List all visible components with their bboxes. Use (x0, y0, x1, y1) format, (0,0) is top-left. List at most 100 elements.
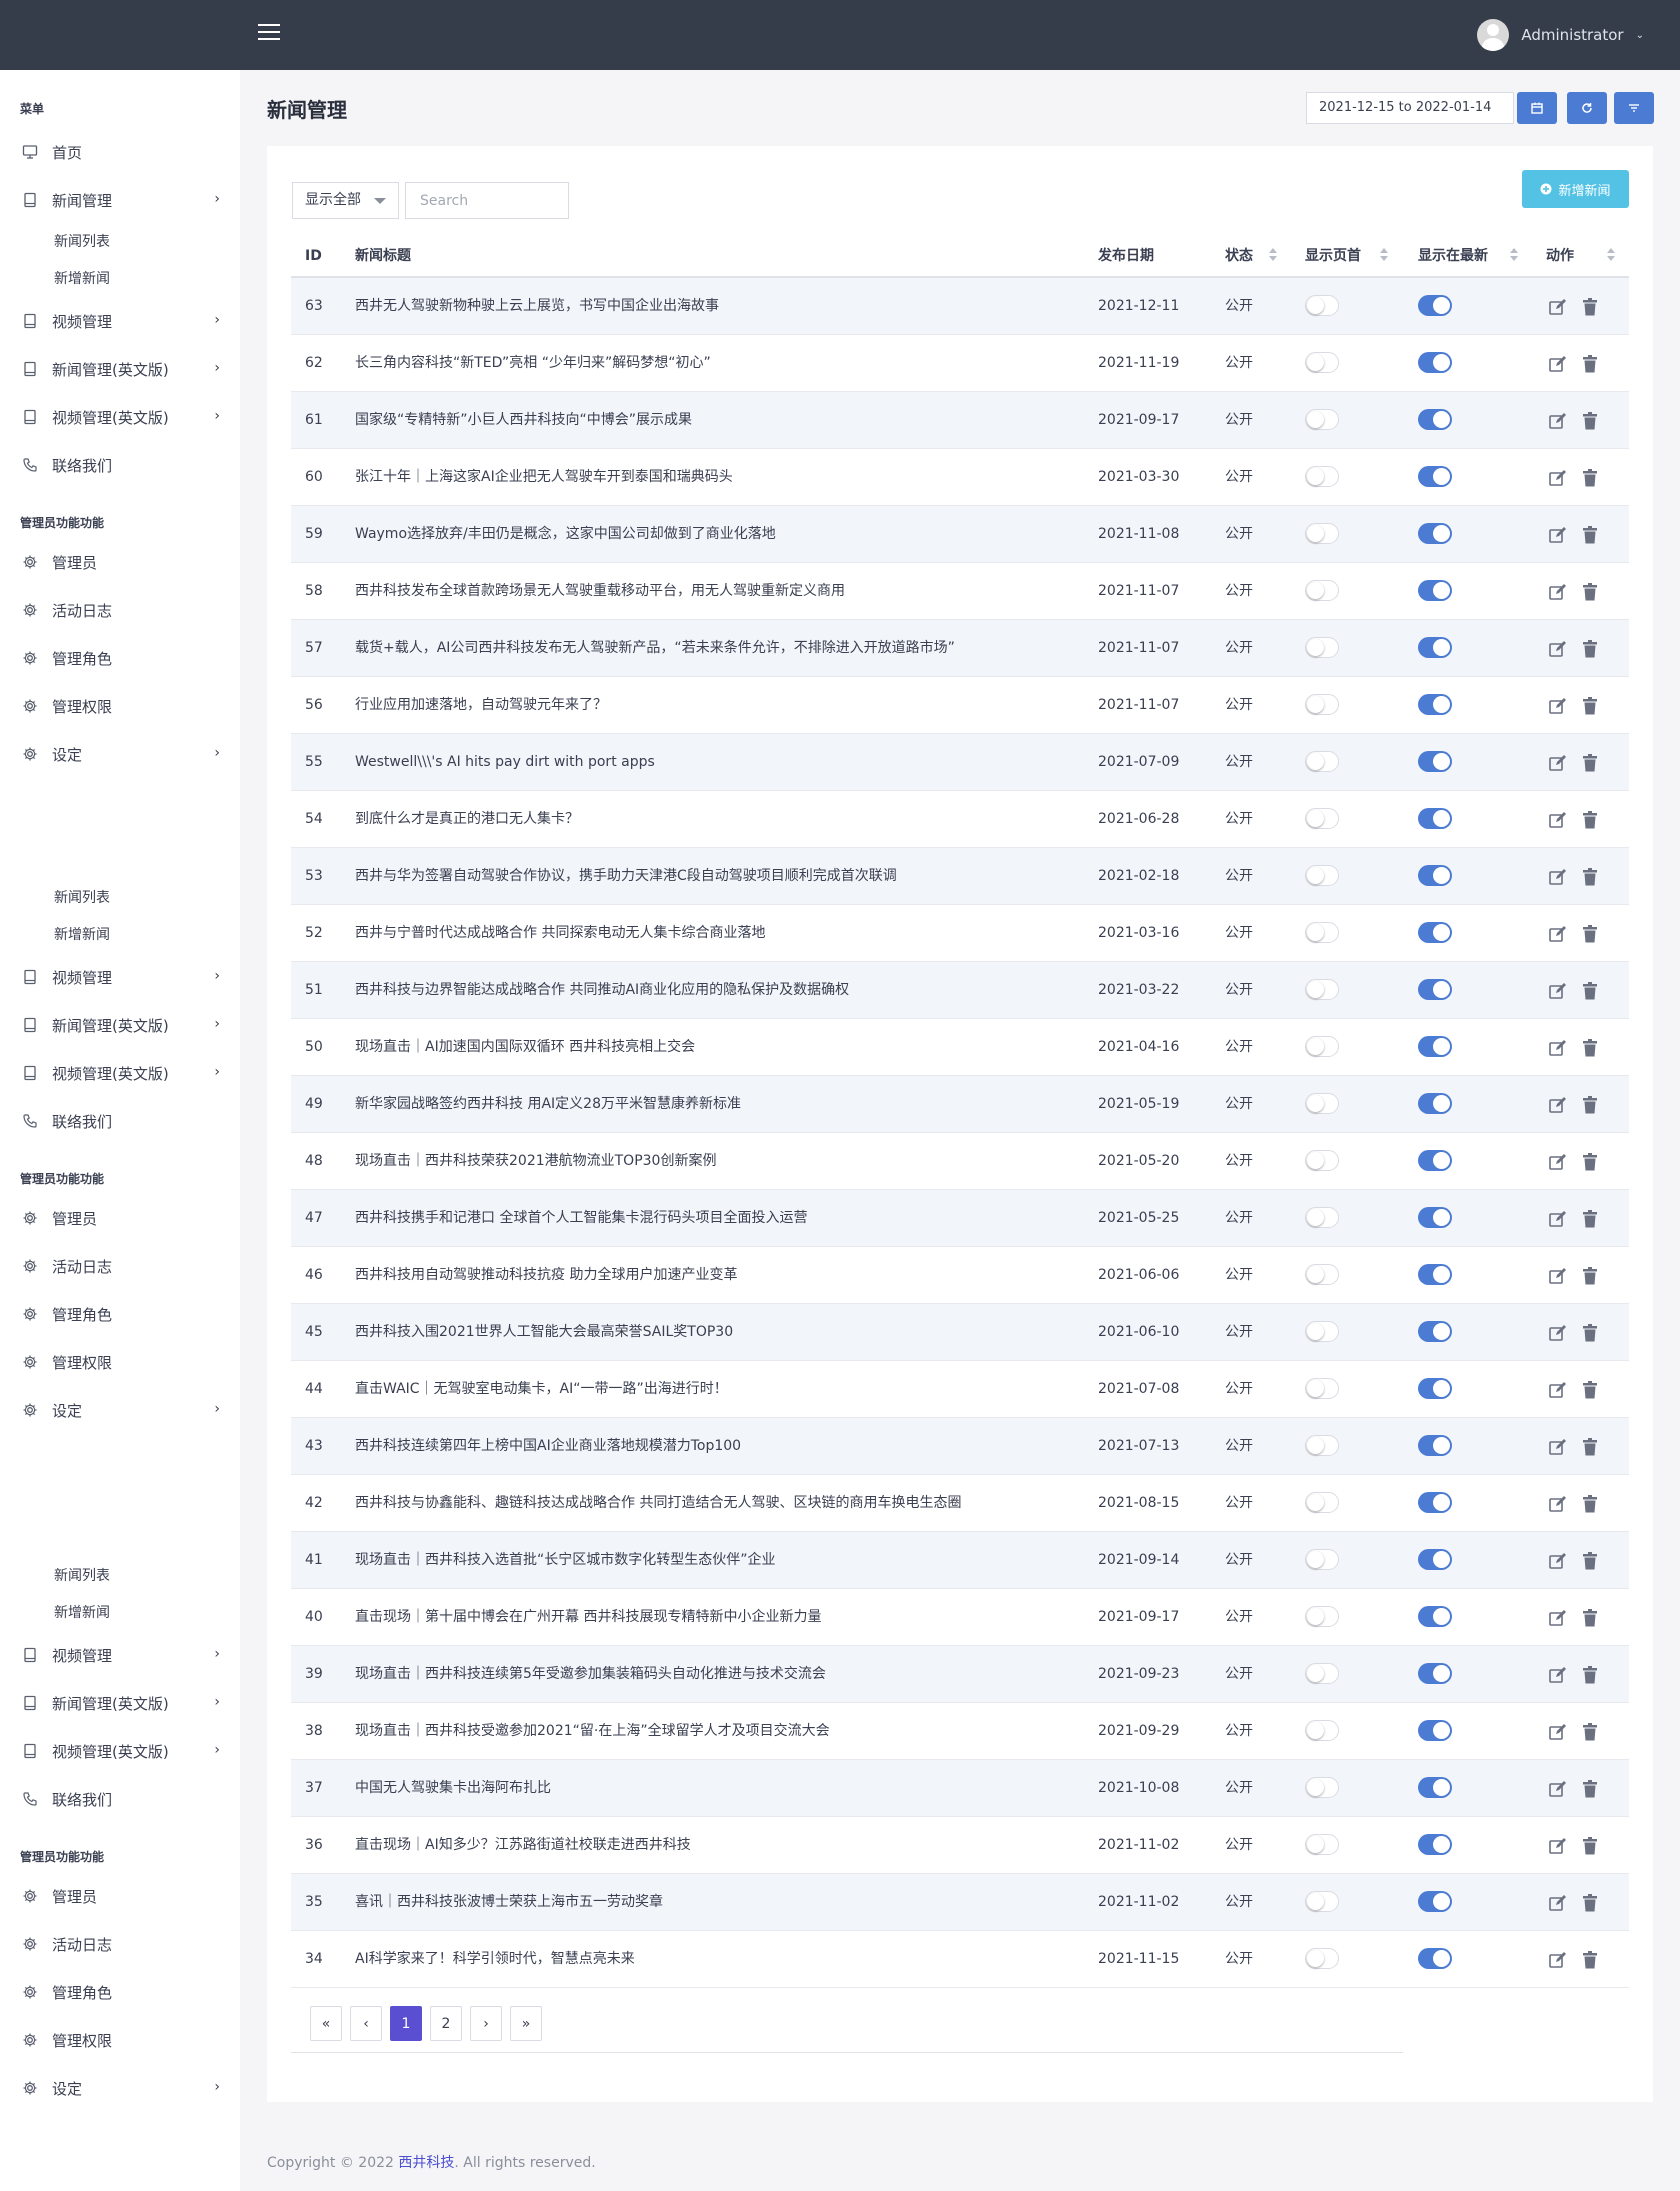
sort-icon[interactable] (1380, 248, 1388, 262)
edit-icon[interactable] (1548, 753, 1568, 773)
trash-icon[interactable] (1580, 1722, 1600, 1742)
trash-icon[interactable] (1580, 1323, 1600, 1343)
footer-brand-link[interactable]: 西井科技 (398, 2155, 454, 2171)
edit-icon[interactable] (1548, 411, 1568, 431)
trash-icon[interactable] (1580, 354, 1600, 374)
show-home-toggle[interactable] (1305, 979, 1339, 1000)
first-page-button[interactable]: « (310, 2006, 342, 2041)
show-latest-toggle[interactable] (1418, 637, 1452, 658)
show-home-toggle[interactable] (1305, 1207, 1339, 1228)
show-latest-toggle[interactable] (1418, 1891, 1452, 1912)
edit-icon[interactable] (1548, 1095, 1568, 1115)
show-home-toggle[interactable] (1305, 922, 1339, 943)
sort-icon[interactable] (1607, 248, 1615, 262)
sidebar-subitem-add-news[interactable]: 新增新闻 (54, 267, 110, 291)
show-latest-toggle[interactable] (1418, 1606, 1452, 1627)
trash-icon[interactable] (1580, 297, 1600, 317)
show-home-toggle[interactable] (1305, 295, 1339, 316)
trash-icon[interactable] (1580, 1950, 1600, 1970)
trash-icon[interactable] (1580, 696, 1600, 716)
trash-icon[interactable] (1580, 1380, 1600, 1400)
sidebar-item-admin-1[interactable]: 活动日志 (20, 1248, 220, 1284)
sort-icon[interactable] (1269, 248, 1277, 262)
show-latest-toggle[interactable] (1418, 580, 1452, 601)
trash-icon[interactable] (1580, 1608, 1600, 1628)
show-home-toggle[interactable] (1305, 694, 1339, 715)
show-latest-toggle[interactable] (1418, 1264, 1452, 1285)
show-home-toggle[interactable] (1305, 1378, 1339, 1399)
sidebar-item-admin-0[interactable]: 管理员 (20, 1878, 220, 1914)
sidebar-item-permissions[interactable]: 管理权限 (20, 688, 220, 724)
sidebar-subitem-add-news[interactable]: 新增新闻 (54, 923, 110, 947)
sidebar-item-admin-2[interactable]: 管理角色 (20, 1296, 220, 1332)
sidebar-item-admin-4[interactable]: 设定 › (20, 2070, 220, 2106)
sidebar-subitem-news-list[interactable]: 新闻列表 (54, 230, 110, 254)
trash-icon[interactable] (1580, 1893, 1600, 1913)
show-latest-toggle[interactable] (1418, 295, 1452, 316)
show-home-toggle[interactable] (1305, 1834, 1339, 1855)
edit-icon[interactable] (1548, 1494, 1568, 1514)
show-home-toggle[interactable] (1305, 865, 1339, 886)
page-1-button[interactable]: 1 (390, 2006, 422, 2041)
filter-button[interactable] (1614, 92, 1654, 124)
trash-icon[interactable] (1580, 1266, 1600, 1286)
show-home-toggle[interactable] (1305, 1321, 1339, 1342)
show-latest-toggle[interactable] (1418, 1093, 1452, 1114)
column-header-status[interactable]: 状态 (1225, 246, 1253, 266)
sidebar-item-contact[interactable]: 联络我们 (20, 447, 220, 483)
sidebar-subitem-add-news[interactable]: 新增新闻 (54, 1601, 110, 1625)
sidebar-item-3[interactable]: 联络我们 (20, 1103, 220, 1139)
column-header-id[interactable]: ID (305, 246, 322, 266)
show-latest-toggle[interactable] (1418, 523, 1452, 544)
trash-icon[interactable] (1580, 525, 1600, 545)
show-home-toggle[interactable] (1305, 1891, 1339, 1912)
edit-icon[interactable] (1548, 639, 1568, 659)
show-home-toggle[interactable] (1305, 1036, 1339, 1057)
hamburger-menu-icon[interactable] (258, 24, 280, 42)
edit-icon[interactable] (1548, 1722, 1568, 1742)
trash-icon[interactable] (1580, 1494, 1600, 1514)
trash-icon[interactable] (1580, 1038, 1600, 1058)
edit-icon[interactable] (1548, 1665, 1568, 1685)
trash-icon[interactable] (1580, 639, 1600, 659)
show-home-toggle[interactable] (1305, 1720, 1339, 1741)
sidebar-item-news-management-en[interactable]: 新闻管理(英文版) › (20, 351, 220, 387)
trash-icon[interactable] (1580, 924, 1600, 944)
edit-icon[interactable] (1548, 1152, 1568, 1172)
add-news-button[interactable]: 新增新闻 (1522, 170, 1629, 208)
show-latest-toggle[interactable] (1418, 1435, 1452, 1456)
show-latest-toggle[interactable] (1418, 808, 1452, 829)
show-home-toggle[interactable] (1305, 466, 1339, 487)
edit-icon[interactable] (1548, 1608, 1568, 1628)
refresh-button[interactable] (1567, 92, 1607, 124)
sidebar-item-admin-0[interactable]: 管理员 (20, 1200, 220, 1236)
edit-icon[interactable] (1548, 1836, 1568, 1856)
sidebar-item-admin[interactable]: 管理员 (20, 544, 220, 580)
show-latest-toggle[interactable] (1418, 1549, 1452, 1570)
trash-icon[interactable] (1580, 1551, 1600, 1571)
next-page-button[interactable]: › (470, 2006, 502, 2041)
column-header-date[interactable]: 发布日期 (1098, 246, 1154, 266)
trash-icon[interactable] (1580, 582, 1600, 602)
show-home-toggle[interactable] (1305, 1435, 1339, 1456)
sidebar-item-video-management-en[interactable]: 视频管理(英文版) › (20, 399, 220, 435)
sidebar-item-1[interactable]: 新闻管理(英文版) › (20, 1685, 220, 1721)
show-latest-toggle[interactable] (1418, 922, 1452, 943)
sidebar-item-admin-4[interactable]: 设定 › (20, 1392, 220, 1428)
column-header-actions[interactable]: 动作 (1546, 246, 1574, 266)
calendar-button[interactable] (1517, 92, 1557, 124)
edit-icon[interactable] (1548, 354, 1568, 374)
show-latest-toggle[interactable] (1418, 1948, 1452, 1969)
show-latest-toggle[interactable] (1418, 1834, 1452, 1855)
edit-icon[interactable] (1548, 468, 1568, 488)
edit-icon[interactable] (1548, 810, 1568, 830)
trash-icon[interactable] (1580, 753, 1600, 773)
edit-icon[interactable] (1548, 1038, 1568, 1058)
sidebar-item-news-management[interactable]: 新闻管理 › (20, 182, 220, 218)
trash-icon[interactable] (1580, 1095, 1600, 1115)
trash-icon[interactable] (1580, 810, 1600, 830)
sidebar-item-3[interactable]: 联络我们 (20, 1781, 220, 1817)
sidebar-subitem-news-list[interactable]: 新闻列表 (54, 1564, 110, 1588)
edit-icon[interactable] (1548, 1209, 1568, 1229)
sidebar-item-admin-1[interactable]: 活动日志 (20, 1926, 220, 1962)
